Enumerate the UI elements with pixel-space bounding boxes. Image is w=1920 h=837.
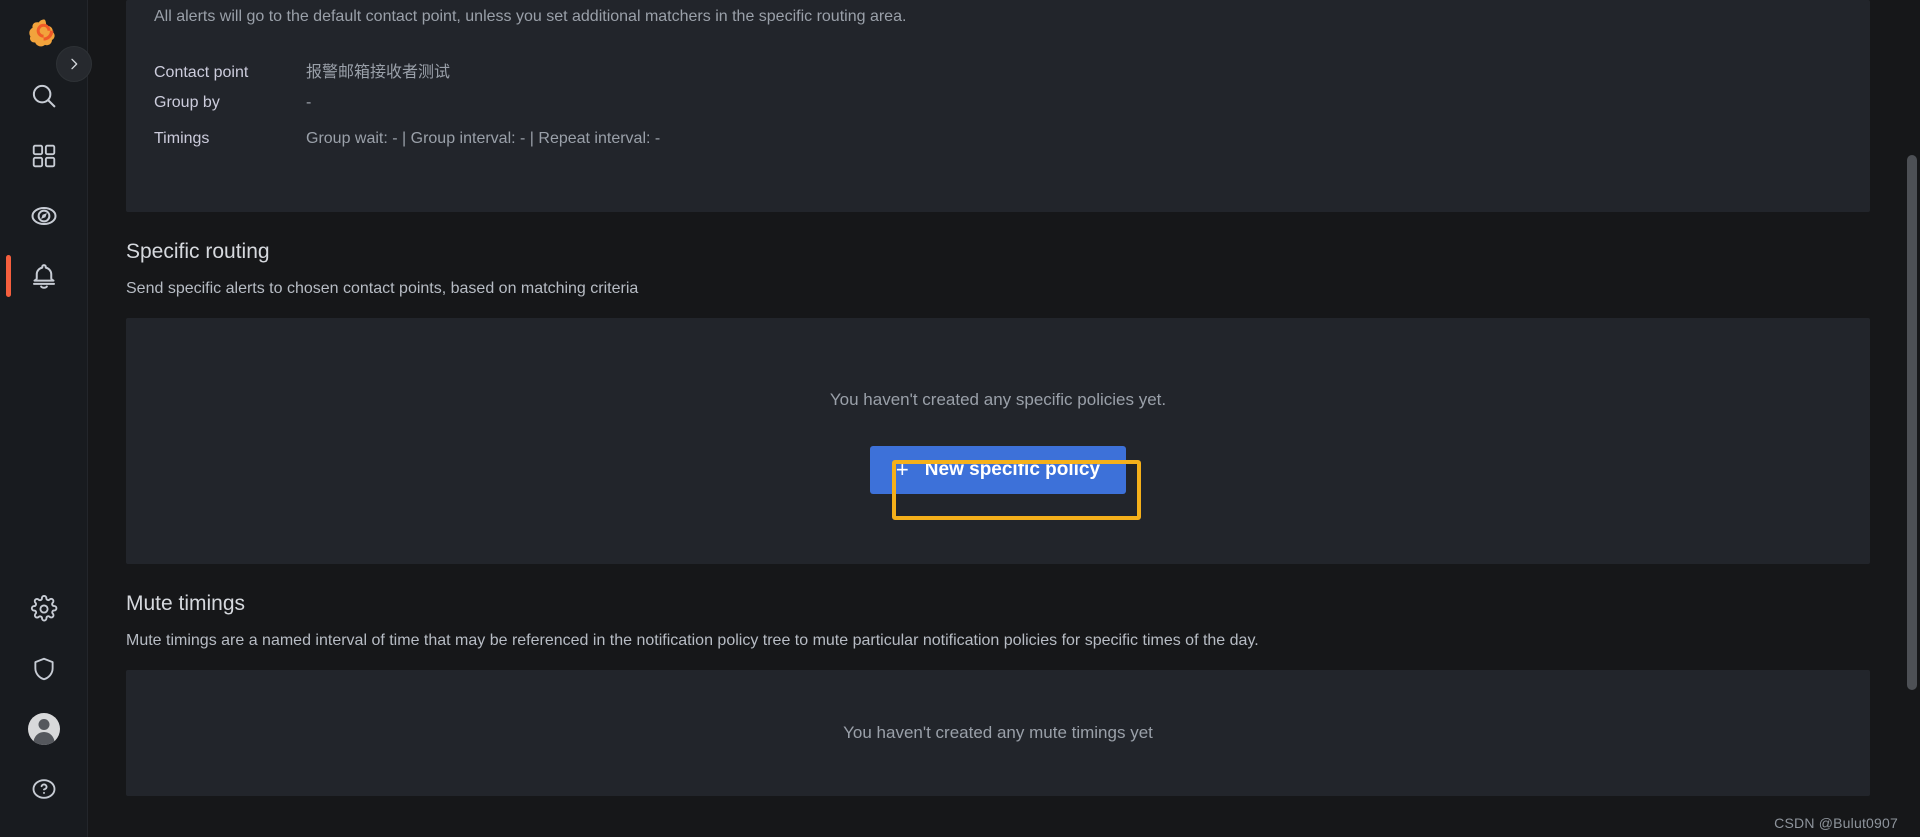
sidebar-item-explore[interactable] <box>0 186 87 246</box>
avatar-icon <box>27 713 60 745</box>
main-content-area: All alerts will go to the default contac… <box>88 0 1920 837</box>
sidebar-item-server-admin[interactable] <box>0 639 87 699</box>
detail-value: - <box>306 94 312 111</box>
expand-menu-button[interactable] <box>56 46 92 82</box>
apps-grid-icon <box>32 144 55 168</box>
mute-timings-section: Mute timings Mute timings are a named in… <box>88 590 1920 652</box>
detail-value: 报警邮箱接收者测试 <box>306 64 451 81</box>
mute-timings-subtitle: Mute timings are a named interval of tim… <box>126 632 1259 649</box>
new-specific-policy-wrap: + New specific policy <box>869 446 1141 520</box>
specific-routing-empty-card: You haven't created any specific policie… <box>126 318 1870 564</box>
mute-timings-empty-text: You haven't created any mute timings yet <box>843 723 1153 742</box>
specific-routing-subtitle: Send specific alerts to chosen contact p… <box>126 280 639 297</box>
mute-timings-title: Mute timings <box>126 592 246 615</box>
sidebar-item-help[interactable] <box>0 759 87 819</box>
grafana-app-window: All alerts will go to the default contac… <box>0 0 1920 837</box>
default-policy-details: Contact point 报警邮箱接收者测试 Group by - Timin… <box>154 58 1842 166</box>
detail-label: Timings <box>154 130 210 147</box>
detail-label: Contact point <box>154 64 249 81</box>
specific-routing-title: Specific routing <box>126 240 270 263</box>
grafana-logo-icon[interactable] <box>22 12 66 56</box>
specific-routing-empty-text: You haven't created any specific policie… <box>829 390 1167 409</box>
mute-timings-empty-card: You haven't created any mute timings yet <box>126 670 1870 796</box>
left-nav-rail <box>0 0 88 837</box>
specific-routing-section: Specific routing Send specific alerts to… <box>88 238 1920 300</box>
sidebar-item-profile[interactable] <box>0 699 87 759</box>
vertical-scrollbar-track[interactable] <box>1904 0 1920 837</box>
search-icon <box>32 84 55 108</box>
detail-row-timings: Timings Group wait: - | Group interval: … <box>154 130 1842 166</box>
shield-icon <box>33 657 54 681</box>
default-policy-card: All alerts will go to the default contac… <box>126 0 1870 212</box>
compass-icon <box>31 206 56 226</box>
sidebar-item-configuration[interactable] <box>0 579 87 639</box>
detail-row-contact-point: Contact point 报警邮箱接收者测试 <box>154 58 1842 94</box>
detail-label: Group by <box>154 94 220 111</box>
sidebar-item-alerting[interactable] <box>0 246 87 306</box>
question-circle-icon <box>32 779 55 799</box>
new-specific-policy-label: New specific policy <box>924 459 1101 480</box>
bell-icon <box>32 264 55 289</box>
plus-icon: + <box>895 457 909 482</box>
chevron-right-icon <box>71 58 78 70</box>
gear-icon <box>30 595 57 622</box>
sidebar-item-dashboards[interactable] <box>0 126 87 186</box>
vertical-scrollbar-thumb[interactable] <box>1907 155 1917 690</box>
nav-primary-group <box>0 66 87 306</box>
new-specific-policy-button[interactable]: + New specific policy <box>869 446 1127 494</box>
csdn-watermark: CSDN @Bulut0907 <box>1774 815 1898 831</box>
default-policy-description: All alerts will go to the default contac… <box>154 8 907 25</box>
nav-secondary-group <box>0 579 87 837</box>
detail-value: Group wait: - | Group interval: - | Repe… <box>306 130 661 147</box>
detail-row-group-by: Group by - <box>154 94 1842 130</box>
